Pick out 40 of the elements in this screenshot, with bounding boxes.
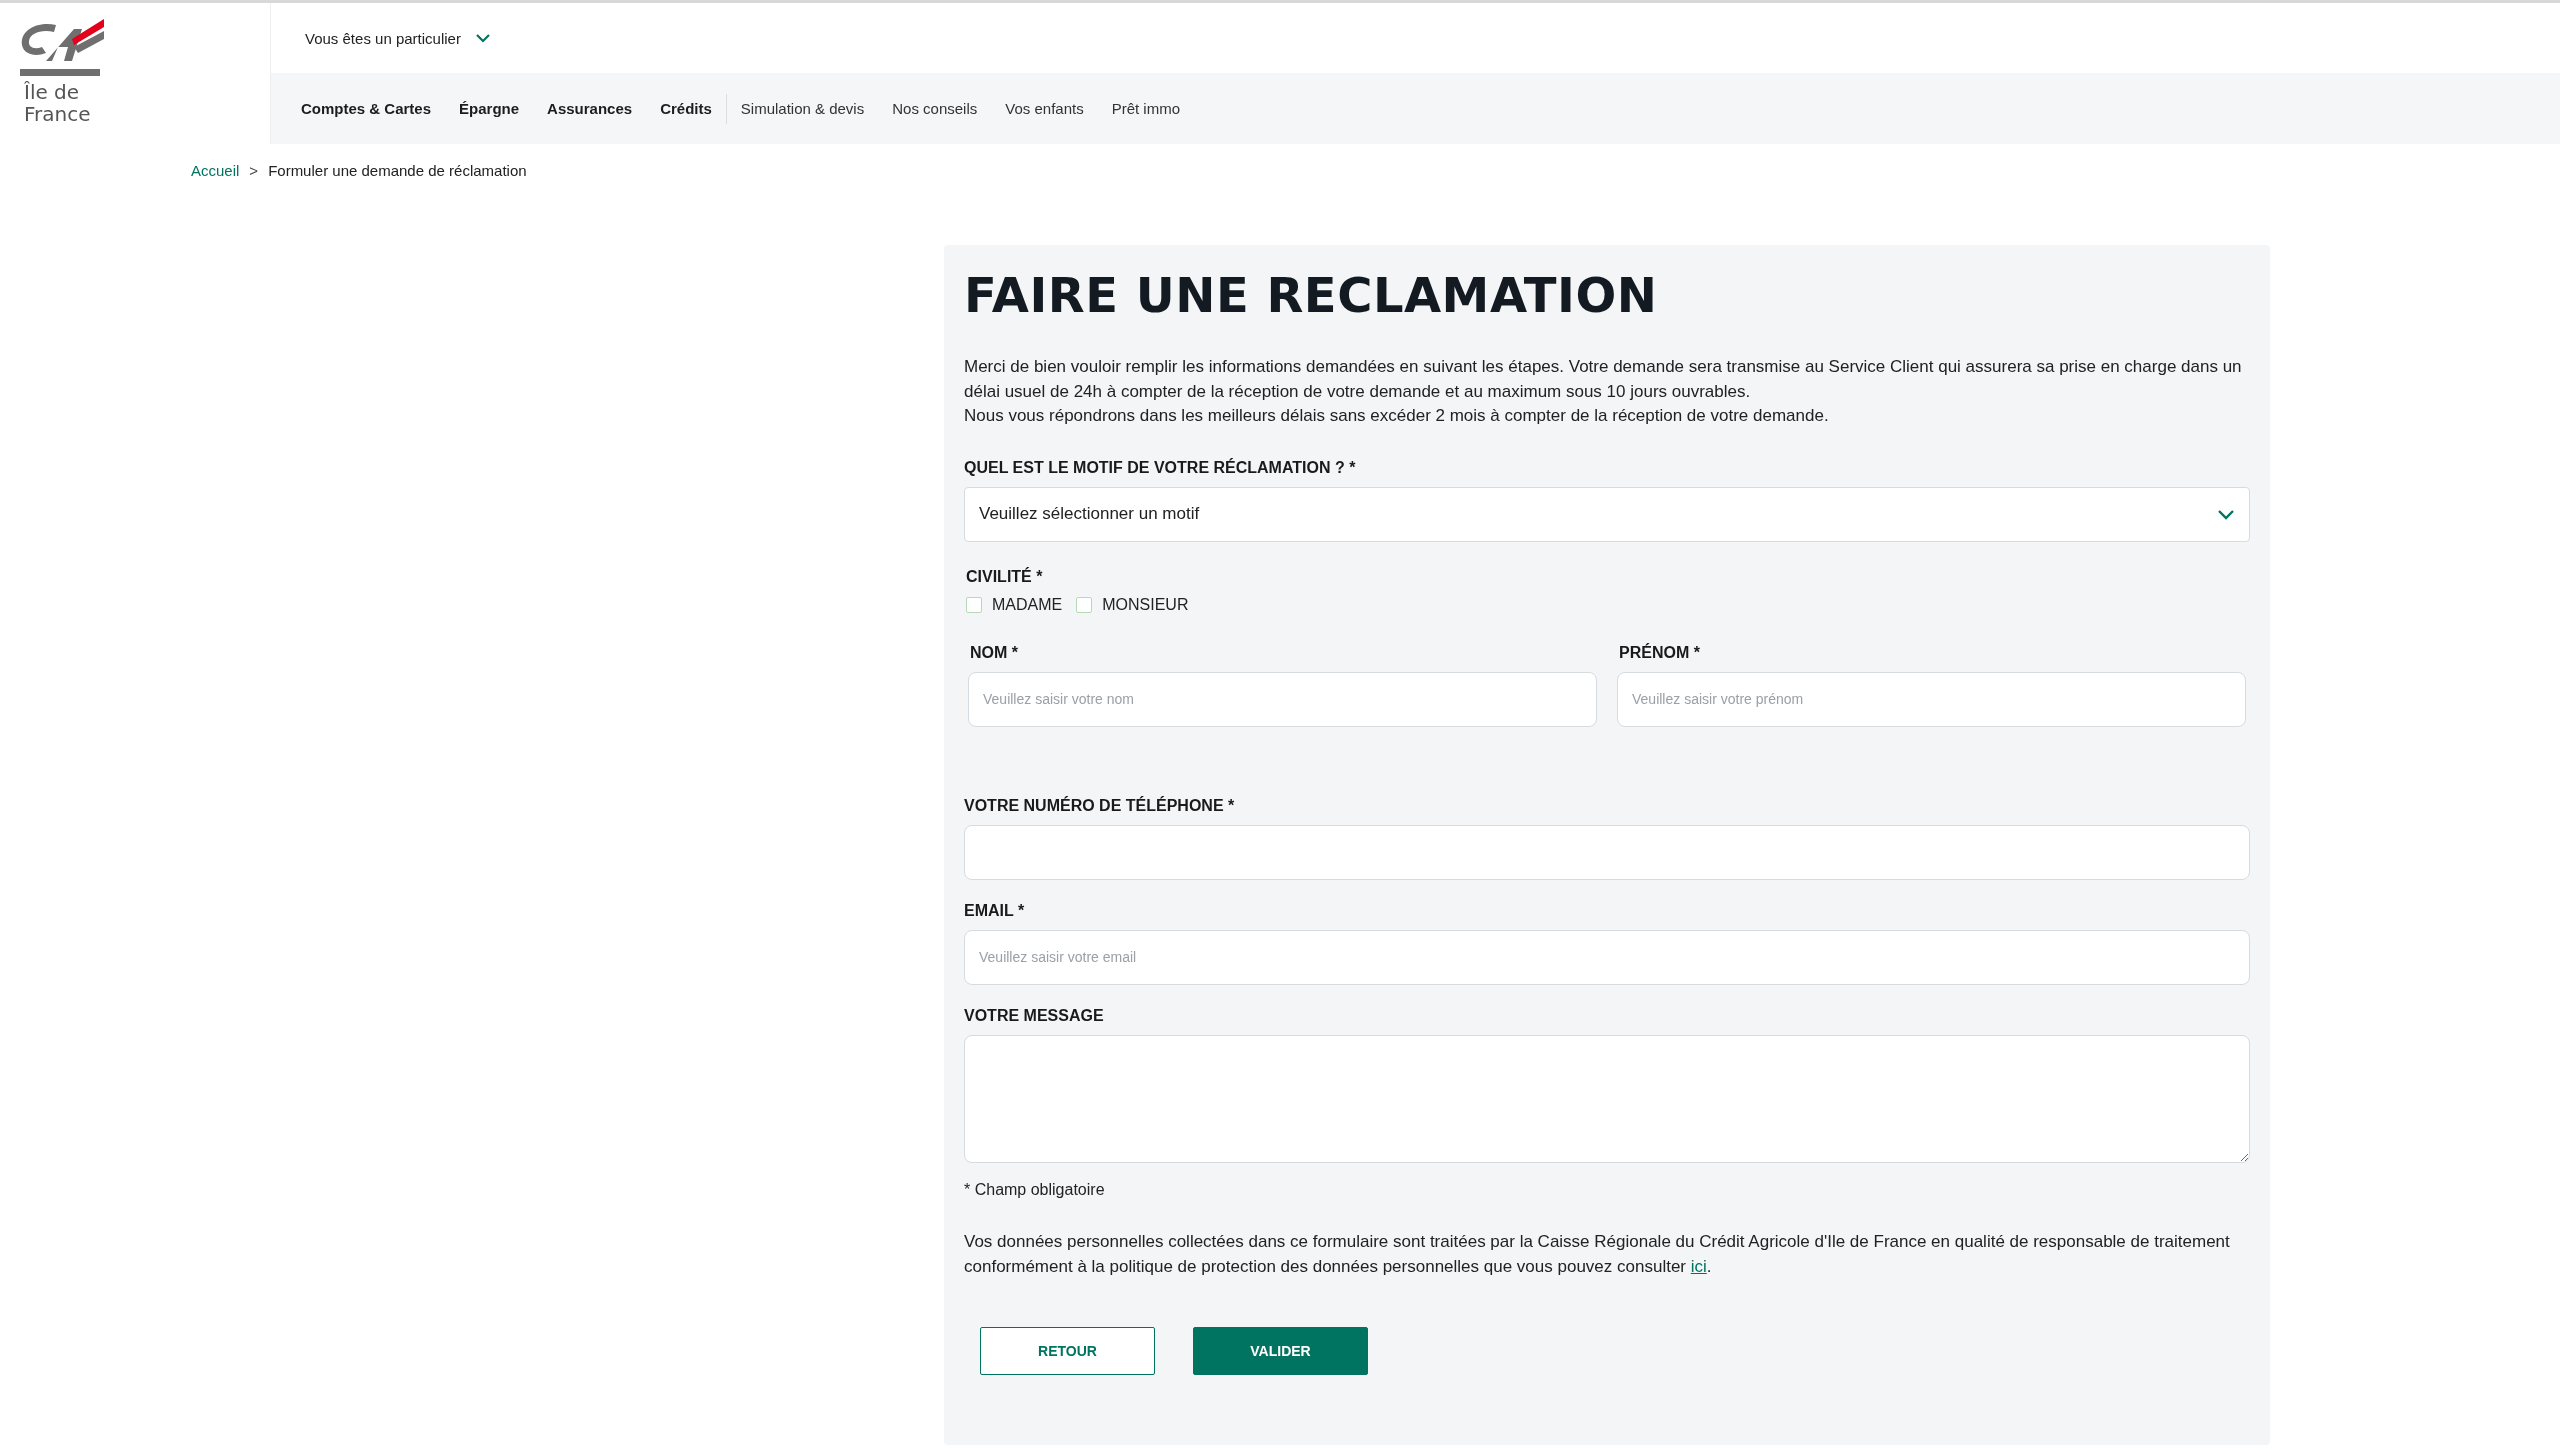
last-name-field[interactable]: Veuillez saisir votre nom [968, 671, 1597, 727]
breadcrumb-current: Formuler une demande de réclamation [268, 162, 527, 179]
submit-button[interactable]: VALIDER [1193, 1326, 1368, 1375]
page-title: FAIRE UNE RECLAMATION [964, 267, 1659, 323]
nav-link[interactable]: Épargne [445, 100, 534, 117]
checkbox-label: MADAME [992, 595, 1063, 614]
first-name-field[interactable]: Veuillez saisir votre prénom [1617, 671, 2246, 727]
breadcrumb-separator: > [249, 162, 259, 179]
field-label: EMAIL * [964, 901, 1026, 920]
phone-field[interactable] [964, 824, 2250, 880]
field-label: NOM * [970, 643, 1019, 662]
logo-region-text: Île de France [24, 81, 91, 125]
nav-link[interactable]: Assurances [533, 100, 647, 117]
nav-link[interactable]: Crédits [646, 100, 726, 117]
breadcrumb-link[interactable]: Accueil [191, 162, 240, 179]
chevron-down-icon [2217, 508, 2235, 520]
field-label: CIVILITÉ * [966, 567, 1044, 586]
privacy-notice: Vos données personnelles collectées dans ce formulaire sont traitées par la Caisse Régionale du Crédit Agricole d'Ile de France en qualité de responsable de traitement conformément à la politique de protection des données personnelles que vous pouvez consulter ici. [964, 1230, 2231, 1278]
privacy-link[interactable]: ici [1690, 1256, 1707, 1276]
field-label: QUEL EST LE MOTIF DE VOTRE RÉCLAMATION ? * [964, 458, 1357, 477]
nav-link[interactable]: Nos conseils [878, 100, 992, 117]
reason-dropdown[interactable]: Veuillez sélectionner un motif [964, 486, 2250, 542]
nav-link[interactable]: Simulation & devis [726, 100, 879, 117]
intro-paragraph: Merci de bien vouloir remplir les informations demandées en suivant les étapes. Votre demande sera transmise au Service Client qui assurera sa prise en charge dans un délai usuel de 24h à compter de la réception de votre demande et au maximum sous 10 jours ouvrables. [964, 356, 2243, 403]
profile-selector[interactable]: Vous êtes un particulier [305, 29, 491, 47]
field-label: VOTRE NUMÉRO DE TÉLÉPHONE * [964, 796, 1236, 815]
email-field[interactable]: Veuillez saisir votre email [964, 929, 2250, 985]
field-label: PRÉNOM * [1619, 643, 1701, 662]
checkbox[interactable] [1076, 596, 1093, 613]
back-button[interactable]: RETOUR [980, 1326, 1155, 1375]
nav-link[interactable]: Vos enfants [991, 100, 1098, 117]
checkbox-label: MONSIEUR [1102, 595, 1189, 614]
nav-link[interactable]: Comptes & Cartes [287, 100, 446, 117]
chevron-down-icon [474, 33, 491, 43]
message-field[interactable] [964, 1034, 2250, 1163]
checkbox[interactable] [966, 596, 982, 613]
intro-paragraph: Nous vous répondrons dans les meilleurs délais sans excéder 2 mois à compter de la réception de votre demande. [964, 405, 1830, 427]
nav-link[interactable]: Prêt immo [1097, 100, 1194, 117]
required-note: * Champ obligatoire [964, 1180, 1106, 1199]
field-label: VOTRE MESSAGE [964, 1006, 1105, 1025]
